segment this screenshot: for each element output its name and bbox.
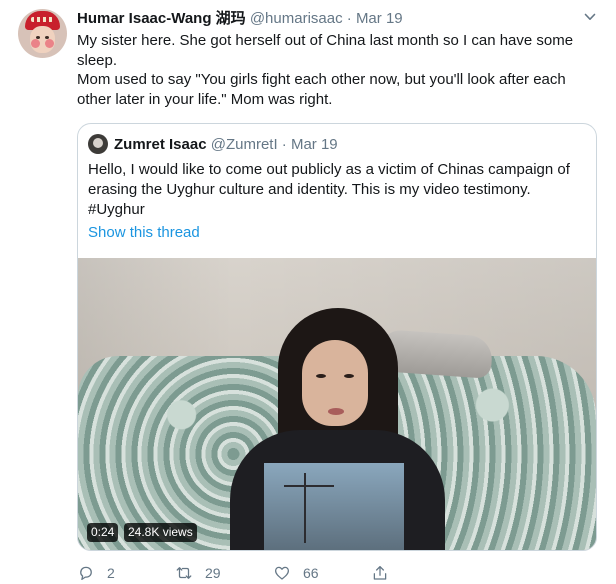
quoted-author-handle[interactable]: @ZumretI xyxy=(211,136,278,153)
video-duration-badge: 0:24 xyxy=(87,523,119,542)
retweet-button[interactable]: 29 xyxy=(175,563,221,583)
author-handle[interactable]: @humarisaac xyxy=(250,10,343,27)
quoted-author-name[interactable]: Zumret Isaac xyxy=(114,136,207,153)
video-player[interactable]: 0:24 24.8K views xyxy=(78,258,596,550)
quoted-hashtag[interactable]: #Uyghur xyxy=(88,200,588,220)
tweet-actions: 2 29 66 xyxy=(77,563,477,583)
quoted-tweet-date[interactable]: Mar 19 xyxy=(291,136,338,153)
tweet: Humar Isaac-Wang 湖玛 @humarisaac · Mar 19… xyxy=(0,0,616,584)
reply-count: 2 xyxy=(107,565,115,581)
tweet-date[interactable]: Mar 19 xyxy=(356,10,403,27)
author-avatar[interactable] xyxy=(18,9,67,58)
tweet-text: My sister here. She got herself out of C… xyxy=(77,31,597,109)
avatar-cheek xyxy=(31,39,40,48)
like-button[interactable]: 66 xyxy=(273,563,319,583)
tweet-text-line: My sister here. She got herself out of C… xyxy=(77,32,574,69)
video-person-mouth xyxy=(328,408,344,415)
chevron-down-icon[interactable] xyxy=(584,11,596,23)
quoted-author-avatar[interactable] xyxy=(88,134,108,154)
like-icon xyxy=(274,566,290,580)
like-count: 66 xyxy=(303,565,319,581)
reply-button[interactable]: 2 xyxy=(77,563,115,583)
quoted-tweet[interactable]: Zumret Isaac @ZumretI · Mar 19 Hello, I … xyxy=(77,123,597,551)
share-icon xyxy=(373,565,387,580)
share-button[interactable] xyxy=(371,563,401,583)
header-separator: · xyxy=(346,10,352,27)
author-name[interactable]: Humar Isaac-Wang 湖玛 xyxy=(77,10,246,27)
avatar-cheek xyxy=(45,39,54,48)
quoted-tweet-text: Hello, I would like to come out publicly… xyxy=(88,160,588,220)
quoted-tweet-header: Zumret Isaac @ZumretI · Mar 19 xyxy=(114,135,338,154)
reply-icon xyxy=(80,566,92,581)
quoted-text-main: Hello, I would like to come out publicly… xyxy=(88,161,570,198)
tweet-text-line: Mom used to say "You girls fight each ot… xyxy=(77,71,566,108)
video-shirt-print xyxy=(264,463,404,550)
video-views-badge: 24.8K views xyxy=(124,523,197,542)
header-separator: · xyxy=(281,136,287,153)
tweet-header: Humar Isaac-Wang 湖玛 @humarisaac · Mar 19 xyxy=(77,9,403,28)
retweet-icon xyxy=(176,567,192,579)
show-thread-link[interactable]: Show this thread xyxy=(88,223,200,243)
retweet-count: 29 xyxy=(205,565,221,581)
